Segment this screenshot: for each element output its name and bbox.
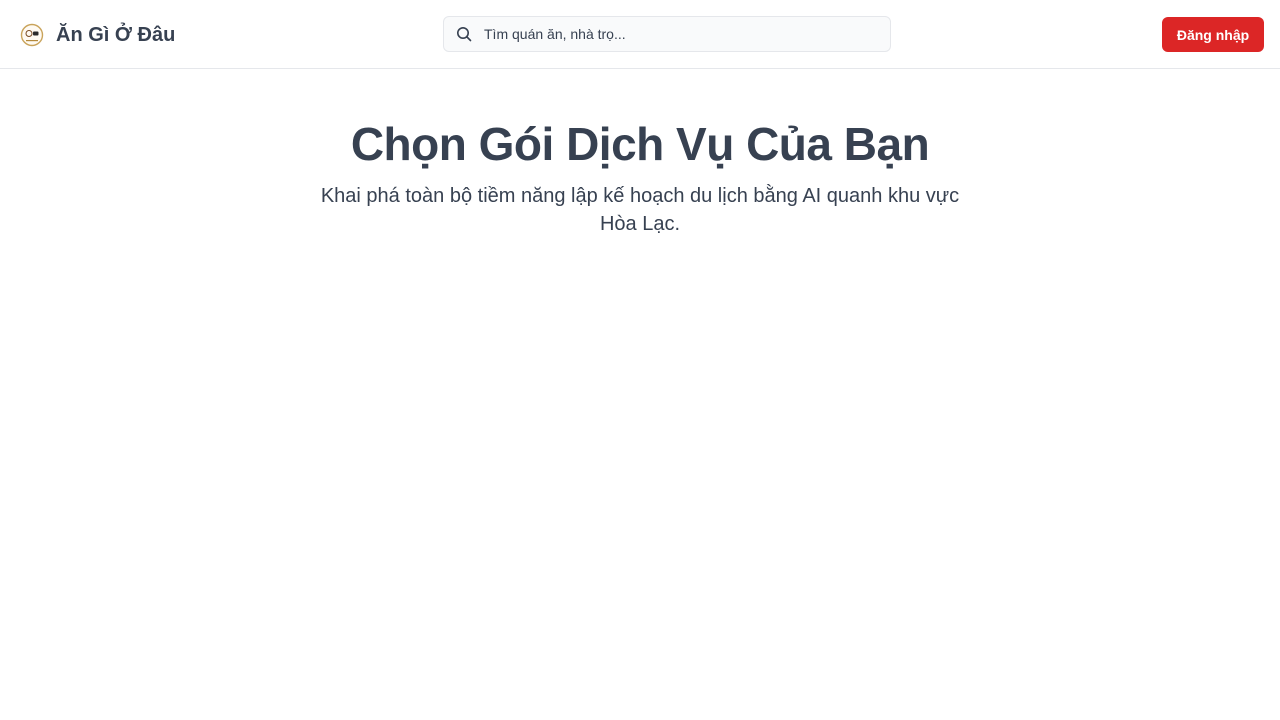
pricing-hero: Chọn Gói Dịch Vụ Của Bạn Khai phá toàn b… — [0, 110, 1280, 238]
restaurant-logo-icon — [20, 23, 44, 47]
search-bar — [443, 16, 891, 52]
search-icon — [456, 26, 472, 42]
top-navigation-bar: Ăn Gì Ở Đâu Đăng nhập — [0, 0, 1280, 69]
brand-name: Ăn Gì Ở Đâu — [56, 23, 176, 46]
login-button[interactable]: Đăng nhập — [1162, 17, 1264, 52]
brand-home-link[interactable]: Ăn Gì Ở Đâu — [20, 20, 175, 50]
search-input[interactable] — [484, 17, 884, 51]
page-subtitle: Khai phá toàn bộ tiềm năng lập kế hoạch … — [320, 185, 960, 235]
page-title: Chọn Gói Dịch Vụ Của Bạn — [350, 118, 930, 170]
